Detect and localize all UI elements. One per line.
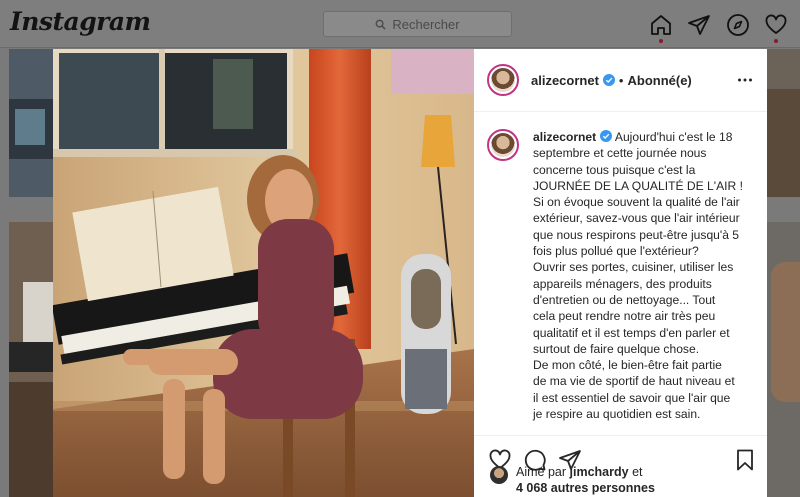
likes-text: Aimé par jimchardy et 4 068 autres perso… xyxy=(516,465,655,495)
search-placeholder: Rechercher xyxy=(392,16,460,32)
home-icon[interactable] xyxy=(649,13,673,37)
caption-line: que nous respirons peut-être jusqu'à 5 xyxy=(533,227,740,242)
caption-line: alizecornet Aujourd'hui c'est le 18 xyxy=(533,129,755,145)
nav-icons xyxy=(640,10,800,43)
search-icon xyxy=(375,19,386,30)
post-image-illustration xyxy=(53,49,474,497)
post-caption: alizecornet Aujourd'hui c'est le 18 sept… xyxy=(487,129,755,422)
likes-conjunction: et xyxy=(632,465,643,479)
caption-line: appareils ménagers, des produits xyxy=(533,276,712,291)
activity-dot xyxy=(774,39,778,43)
instagram-logo[interactable]: Instagram xyxy=(10,7,151,36)
follow-status-button[interactable]: Abonné(e) xyxy=(627,73,691,88)
caption-line: d'entretien ou de nettoyage... Tout xyxy=(533,292,716,307)
activity-heart-icon[interactable] xyxy=(764,13,788,37)
likes-prefix: Aimé par xyxy=(516,465,567,479)
caption-line: septembre et cette journée nous xyxy=(533,146,707,161)
caption-line: concerne tous puisque c'est la xyxy=(533,162,696,177)
caption-line-text: Aujourd'hui c'est le 18 xyxy=(614,130,733,144)
verified-badge-icon xyxy=(602,74,615,86)
post-photo[interactable] xyxy=(53,49,474,497)
caption-line: il est essentiel de savoir que l'air que xyxy=(533,390,731,405)
caption-text: alizecornet Aujourd'hui c'est le 18 sept… xyxy=(533,129,755,422)
caption-line: Si on évoque souvent la qualité de l'air xyxy=(533,195,740,210)
feed-thumbnail[interactable] xyxy=(767,222,800,497)
verified-badge-icon xyxy=(600,130,613,142)
caption-line: De mon côté, le bien-être fait partie xyxy=(533,358,722,373)
caption-line: je respire au quotidien est sain. xyxy=(533,407,701,422)
caption-line: cela peut rendre notre air très peu xyxy=(533,309,716,324)
feed-thumbnail[interactable] xyxy=(9,49,53,197)
caption-author-avatar[interactable] xyxy=(487,129,519,161)
caption-line: surtout de faire quelque chose. xyxy=(533,341,700,356)
liker-avatar[interactable] xyxy=(490,466,508,484)
caption-line: fois plus pollué que l'extérieur? xyxy=(533,244,699,259)
caption-line: extérieur, savez-vous que l'air intérieu… xyxy=(533,211,740,226)
direct-icon[interactable] xyxy=(687,13,711,37)
explore-icon[interactable] xyxy=(726,13,750,37)
author-username[interactable]: alizecornet xyxy=(531,73,599,88)
home-active-dot xyxy=(659,39,663,43)
caption-line: JOURNÉE DE LA QUALITÉ DE L'AIR ! xyxy=(533,178,743,193)
caption-username[interactable]: alizecornet xyxy=(533,130,596,144)
caption-line: de ma vie de sportif de haut niveau et xyxy=(533,374,735,389)
feed-thumbnail[interactable] xyxy=(9,222,53,497)
more-options-icon[interactable] xyxy=(737,73,753,87)
author-avatar[interactable] xyxy=(487,64,519,96)
likes-others-count[interactable]: 4 068 autres personnes xyxy=(516,481,655,495)
caption-line: qualitatif et il est temps d'en parler e… xyxy=(533,325,730,340)
post-detail-panel: alizecornet • Abonné(e) alizecornet Aujo… xyxy=(474,49,767,497)
post-header: alizecornet • Abonné(e) xyxy=(474,49,767,112)
header-separator: • xyxy=(618,72,624,88)
search-box[interactable]: Rechercher xyxy=(323,11,512,37)
liker-username[interactable]: jimchardy xyxy=(570,465,629,479)
save-bookmark-icon[interactable] xyxy=(733,448,757,472)
feed-thumbnail[interactable] xyxy=(767,49,800,197)
caption-line: Ouvrir ses portes, cuisiner, utiliser le… xyxy=(533,260,734,275)
top-navigation-bar: Instagram Rechercher xyxy=(0,0,800,48)
likes-summary: Aimé par jimchardy et 4 068 autres perso… xyxy=(490,465,655,495)
